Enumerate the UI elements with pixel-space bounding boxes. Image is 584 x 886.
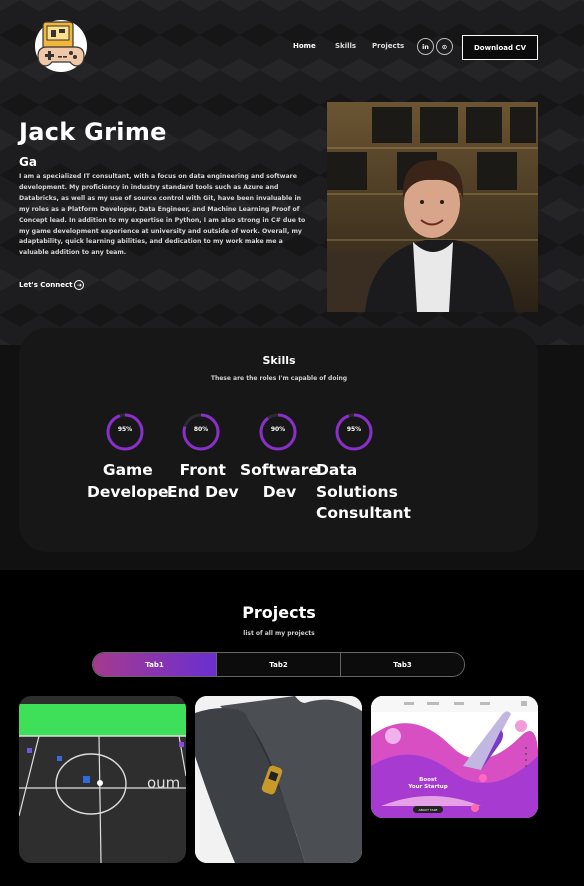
skill-percent: 95% <box>346 426 362 433</box>
hero-name: Jack Grime <box>19 118 167 146</box>
project-card-3[interactable]: Boost Your Startup ABOUT TAKE <box>371 696 538 818</box>
download-cv-button[interactable]: Download CV <box>462 35 538 60</box>
skill-percent: 90% <box>270 426 286 433</box>
project-thumbnail <box>195 696 362 863</box>
skill-name: Front End Dev <box>167 461 239 501</box>
skill-name: Software Dev <box>240 461 319 501</box>
gameboy-controller-logo-icon <box>35 20 87 72</box>
card3-heading: Boost Your Startup <box>405 777 451 791</box>
skill-percent: 95% <box>117 426 133 433</box>
nav-skills[interactable]: Skills <box>335 42 356 50</box>
project-tabs: Tab1 Tab2 Tab3 <box>92 652 465 677</box>
svg-text:oum: oum <box>147 774 180 792</box>
tab-1[interactable]: Tab1 <box>93 653 217 676</box>
card3-cta-button[interactable]: ABOUT TAKE <box>413 806 443 813</box>
profile-photo <box>327 102 538 312</box>
lets-connect-link[interactable]: Let's Connect ➜ <box>19 280 85 290</box>
projects-subtitle: list of all my projects <box>243 630 315 637</box>
linkedin-icon[interactable]: in <box>417 38 434 55</box>
project-thumbnail: oum <box>19 696 186 863</box>
card3-heading-line1: Boost <box>419 777 437 783</box>
skill-percent: 80% <box>193 426 209 433</box>
github-icon[interactable]: ⊙ <box>436 38 453 55</box>
project-thumbnail <box>371 696 538 818</box>
skill-name: Game Develope <box>87 461 169 501</box>
project-card-2[interactable] <box>195 696 362 863</box>
nav-home[interactable]: Home <box>293 42 316 50</box>
arrow-right-circle-icon: ➜ <box>74 280 85 290</box>
tab-3[interactable]: Tab3 <box>341 653 464 676</box>
hero-bio: I am a specialized IT consultant, with a… <box>19 173 306 257</box>
skills-title: Skills <box>262 354 296 367</box>
skills-subtitle: These are the roles I'm capable of doing <box>210 375 348 382</box>
project-card-1[interactable]: oum <box>19 696 186 863</box>
navbar: Home Skills Projects in ⊙ Download CV <box>0 0 584 95</box>
lets-connect-label: Let's Connect <box>19 281 73 289</box>
hero-section: Home Skills Projects in ⊙ Download CV Ja… <box>0 0 584 345</box>
projects-title: Projects <box>242 603 316 622</box>
card3-heading-line2: Your Startup <box>408 784 448 790</box>
nav-projects[interactable]: Projects <box>372 42 404 50</box>
logo[interactable] <box>32 16 90 74</box>
skill-name: Data Solutions Consultant <box>316 461 411 522</box>
tab-2[interactable]: Tab2 <box>217 653 341 676</box>
hero-role: Ga <box>19 155 37 169</box>
